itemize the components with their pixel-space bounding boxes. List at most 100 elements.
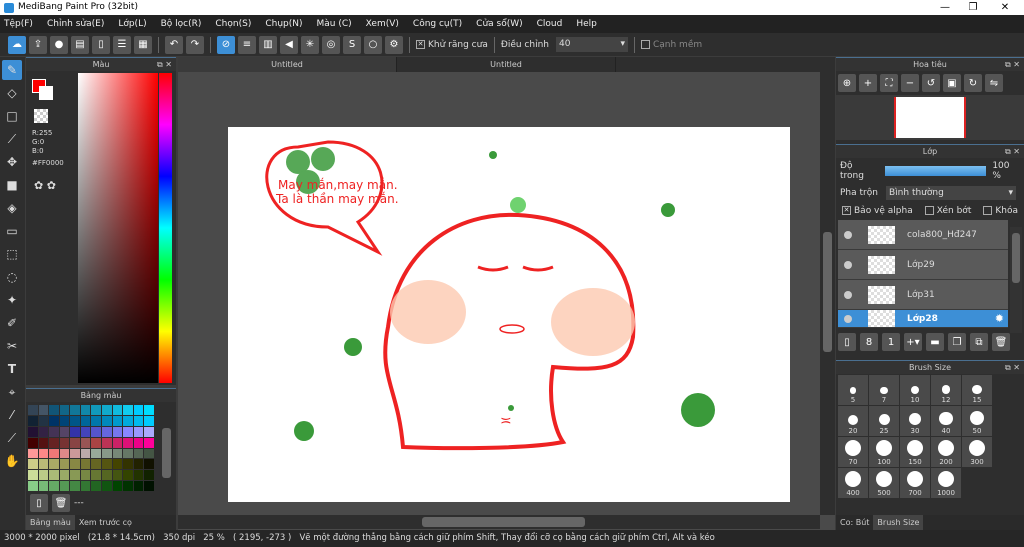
- palette-swatch[interactable]: [112, 426, 123, 437]
- palette-swatch[interactable]: [112, 405, 123, 415]
- vanishing-snap-icon[interactable]: ◀: [280, 35, 298, 54]
- palette-swatch[interactable]: [38, 405, 49, 415]
- dot-tool-icon[interactable]: ⟋: [2, 129, 22, 149]
- pen-tool-icon[interactable]: ✎: [2, 60, 22, 80]
- palette-swatch[interactable]: [102, 426, 112, 437]
- layer-item[interactable]: Lớp29: [838, 250, 1008, 280]
- palette-swatch[interactable]: [28, 426, 38, 437]
- maximize-button[interactable]: ❐: [958, 0, 988, 15]
- note-icon[interactable]: ▤: [71, 35, 89, 54]
- text-tool-icon[interactable]: T: [2, 359, 22, 379]
- palette-swatch[interactable]: [49, 437, 59, 448]
- horizontal-scroll-thumb[interactable]: [422, 517, 585, 527]
- palette-swatch[interactable]: [102, 448, 112, 459]
- palette-swatch[interactable]: [133, 437, 144, 448]
- palette-swatch[interactable]: [133, 470, 144, 481]
- palette-swatch[interactable]: [49, 459, 59, 470]
- eyedropper-tool-icon[interactable]: ⁄: [2, 405, 22, 425]
- palette-swatch[interactable]: [70, 426, 80, 437]
- transparent-swatch[interactable]: [34, 109, 48, 123]
- flip-icon[interactable]: ⇋: [985, 74, 1003, 92]
- palette-swatch[interactable]: [102, 481, 112, 491]
- palette-swatch[interactable]: [112, 470, 123, 481]
- adjust-select[interactable]: 40 ▾: [555, 37, 628, 52]
- brush-size-option[interactable]: 15: [962, 375, 992, 405]
- new-8bit-layer-icon[interactable]: 8: [860, 333, 878, 351]
- palette-swatch[interactable]: [112, 459, 123, 470]
- palette-swatch[interactable]: [70, 470, 80, 481]
- brush-size-option[interactable]: 30: [900, 406, 930, 436]
- brush-size-option[interactable]: 5: [838, 375, 868, 405]
- panel-controls-icon[interactable]: ⧉ ✕: [157, 58, 172, 72]
- palette-swatch[interactable]: [28, 448, 38, 459]
- palette-swatch[interactable]: [112, 415, 123, 426]
- tab-brush-preview[interactable]: Xem trước cọ: [75, 515, 136, 530]
- palette-swatch[interactable]: [49, 470, 59, 481]
- soft-edge-checkbox[interactable]: Cạnh mềm: [640, 39, 702, 50]
- palette-swatch[interactable]: [144, 481, 154, 491]
- hue-slider[interactable]: [159, 73, 172, 383]
- palette-swatch[interactable]: [80, 426, 91, 437]
- vertical-scrollbar[interactable]: [820, 72, 835, 515]
- rotate-left-icon[interactable]: ↺: [922, 74, 940, 92]
- palette-swatch[interactable]: [80, 415, 91, 426]
- palette-swatch[interactable]: [28, 481, 38, 491]
- brush-size-option[interactable]: 50: [962, 406, 992, 436]
- palette-swatch[interactable]: [38, 470, 49, 481]
- layer-scrollbar[interactable]: [1010, 227, 1022, 333]
- palette-swatch[interactable]: [123, 448, 133, 459]
- palette-swatch[interactable]: [70, 448, 80, 459]
- palette-swatch[interactable]: [70, 481, 80, 491]
- protect-alpha-checkbox[interactable]: ✕ Bảo vệ alpha: [842, 206, 913, 216]
- doc-tab[interactable]: Untitled: [397, 57, 616, 72]
- palette-swatch[interactable]: [91, 448, 102, 459]
- lock-checkbox[interactable]: Khóa: [983, 206, 1018, 216]
- brush-size-option[interactable]: 12: [931, 375, 961, 405]
- list-icon[interactable]: ☰: [113, 35, 131, 54]
- menu-help[interactable]: Help: [576, 19, 597, 29]
- eraser-tool-icon[interactable]: ◇: [2, 83, 22, 103]
- palette-swatch[interactable]: [91, 470, 102, 481]
- blend-mode-select[interactable]: Bình thường ▾: [886, 186, 1016, 200]
- visibility-icon[interactable]: [844, 314, 852, 323]
- palette-swatch[interactable]: [59, 415, 70, 426]
- cloud-icon[interactable]: ☁: [8, 35, 26, 54]
- cross-snap-icon[interactable]: ▥: [259, 35, 277, 54]
- brush-size-option[interactable]: 700: [900, 468, 930, 498]
- brush-size-option[interactable]: 300: [962, 437, 992, 467]
- new-layer-icon[interactable]: ▯: [838, 333, 856, 351]
- palette-swatch[interactable]: [38, 415, 49, 426]
- palette-swatch[interactable]: [59, 437, 70, 448]
- palette-swatch[interactable]: [133, 405, 144, 415]
- new-palette-icon[interactable]: ▯: [30, 494, 48, 512]
- palette-swatch[interactable]: [123, 459, 133, 470]
- horizontal-scrollbar[interactable]: [178, 515, 820, 529]
- palette-swatch[interactable]: [133, 448, 144, 459]
- secondary-color-swatch[interactable]: [39, 86, 53, 100]
- tab-brush-size[interactable]: Brush Size: [873, 515, 924, 530]
- zoom-out-icon[interactable]: −: [901, 74, 919, 92]
- palette-swatch[interactable]: [59, 405, 70, 415]
- palette-swatch[interactable]: [70, 437, 80, 448]
- parallel-snap-icon[interactable]: ≡: [238, 35, 256, 54]
- zoom-in-icon[interactable]: +: [859, 74, 877, 92]
- palette-swatch[interactable]: [144, 437, 154, 448]
- palette-swatch[interactable]: [38, 448, 49, 459]
- select-tool-icon[interactable]: ⬚: [2, 244, 22, 264]
- palette-swatch[interactable]: [59, 470, 70, 481]
- palette-swatch[interactable]: [80, 481, 91, 491]
- palette-swatch[interactable]: [123, 470, 133, 481]
- palette-swatch[interactable]: [112, 437, 123, 448]
- palette-swatch[interactable]: [133, 426, 144, 437]
- share-icon[interactable]: ⇪: [29, 35, 47, 54]
- brush-size-option[interactable]: 40: [931, 406, 961, 436]
- brush-size-option[interactable]: 70: [838, 437, 868, 467]
- palette-swatch[interactable]: [123, 426, 133, 437]
- palette-swatch[interactable]: [38, 459, 49, 470]
- palette-swatch[interactable]: [112, 481, 123, 491]
- menu-filter[interactable]: Bộ lọc(R): [161, 19, 202, 29]
- palette-swatch[interactable]: [102, 437, 112, 448]
- hand-tool-icon[interactable]: ✋: [2, 451, 22, 471]
- palette-swatch[interactable]: [102, 405, 112, 415]
- palette-swatch[interactable]: [80, 470, 91, 481]
